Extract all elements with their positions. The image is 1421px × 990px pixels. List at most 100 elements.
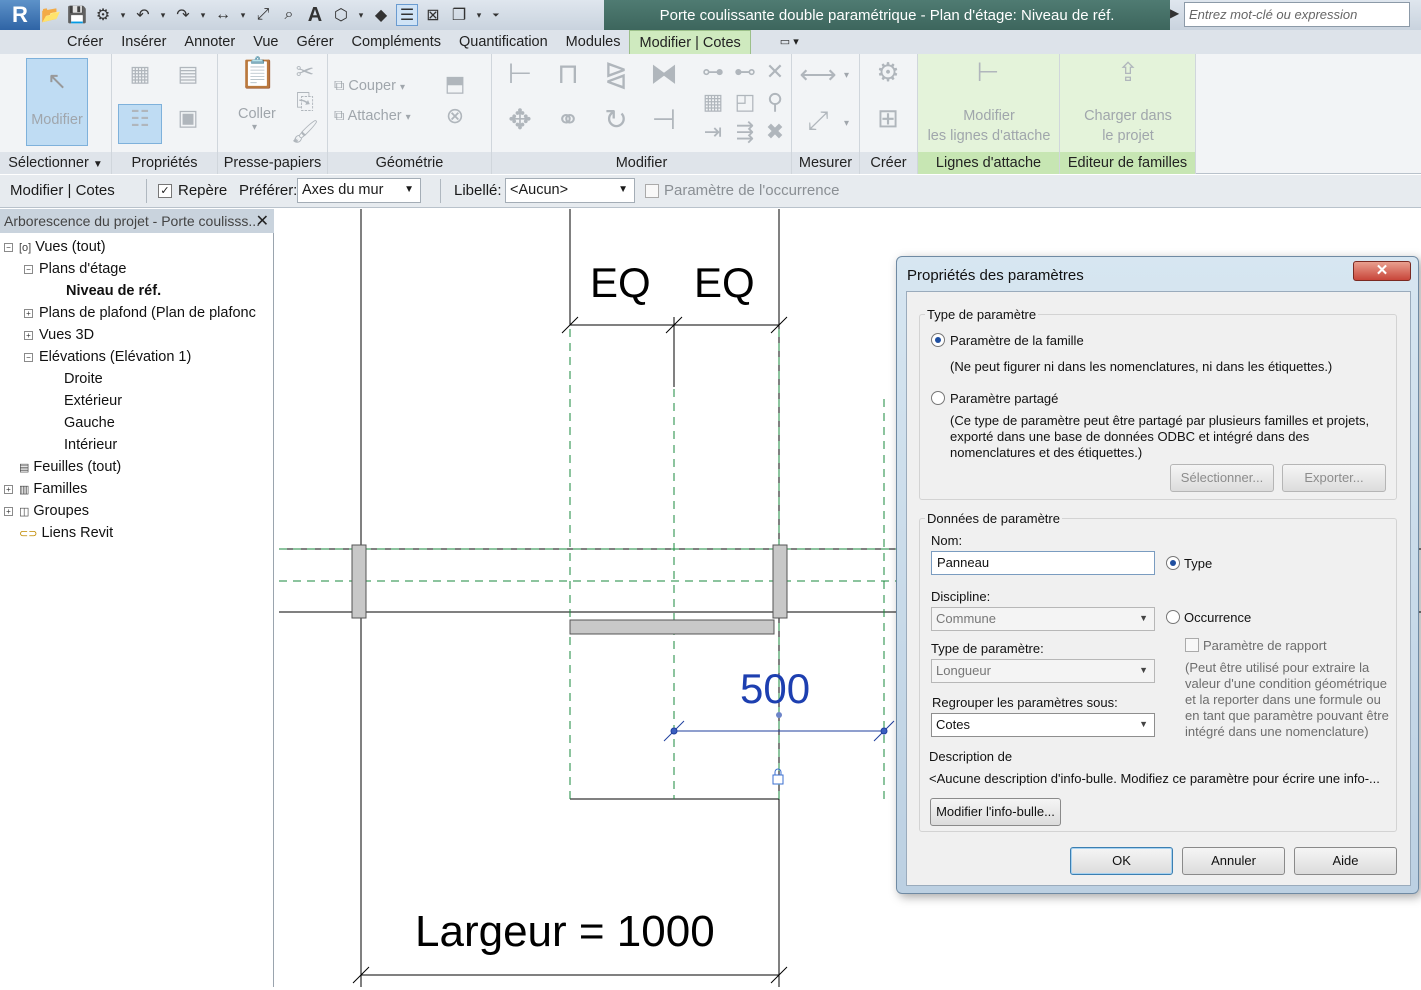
- revit-logo-icon[interactable]: R: [0, 0, 40, 30]
- split-icon[interactable]: ⊶: [698, 58, 728, 88]
- close-hidden-icon[interactable]: ⊠: [422, 4, 444, 26]
- ok-button[interactable]: OK: [1070, 847, 1173, 875]
- paste-icon[interactable]: 📋: [238, 59, 278, 100]
- eq-label-left[interactable]: EQ: [590, 259, 651, 306]
- properties-icon[interactable]: ▦: [120, 60, 160, 100]
- edit-witness-lines-icon[interactable]: ⊢: [968, 58, 1008, 98]
- edit-witness-lines-button[interactable]: Modifier les lignes d'attache: [926, 106, 1052, 146]
- tag-icon[interactable]: ⌕: [278, 4, 300, 26]
- eq-label-right[interactable]: EQ: [694, 259, 755, 306]
- param-type-select[interactable]: Longueur ▼: [931, 659, 1155, 683]
- switch-windows-icon[interactable]: ❐: [448, 4, 470, 26]
- mirror-draw-icon[interactable]: ⧓: [644, 60, 684, 100]
- paste-dropdown-icon[interactable]: ▾: [252, 122, 257, 133]
- tab-inserer[interactable]: Insérer: [112, 30, 175, 54]
- measure-distance-icon[interactable]: ⟷: [798, 60, 838, 100]
- search-input[interactable]: Entrez mot-clé ou expression: [1184, 2, 1410, 27]
- door-panel[interactable]: [569, 619, 775, 635]
- 3d-view-dropdown[interactable]: ▾: [356, 10, 366, 21]
- tree-item[interactable]: + ◫ Groupes: [4, 503, 89, 519]
- cancel-button[interactable]: Annuler: [1182, 847, 1285, 875]
- label-select[interactable]: <Aucun> ▼: [505, 178, 635, 203]
- panel-select-title[interactable]: Sélectionner ▼: [0, 152, 111, 174]
- tree-item[interactable]: Intérieur: [44, 437, 117, 453]
- measure-dropdown-icon[interactable]: ▾: [844, 70, 849, 81]
- paste-label[interactable]: Coller: [238, 106, 276, 122]
- thin-lines-icon[interactable]: ☰: [396, 4, 418, 26]
- lock-icon[interactable]: [772, 768, 784, 785]
- type-radio[interactable]: [1166, 556, 1180, 570]
- export-button[interactable]: Exporter...: [1282, 464, 1386, 492]
- tab-modifier-cotes[interactable]: Modifier | Cotes: [629, 30, 751, 54]
- redo-icon[interactable]: ↷: [172, 4, 194, 26]
- tab-annoter[interactable]: Annoter: [175, 30, 244, 54]
- mirror-axis-icon[interactable]: ⧎: [596, 60, 636, 100]
- close-icon[interactable]: ✕: [256, 211, 269, 231]
- trim-extend-icon[interactable]: ⊣: [644, 106, 684, 146]
- tree-item[interactable]: ⊂⊃ Liens Revit: [4, 525, 113, 541]
- load-into-project-button[interactable]: Charger dans le projet: [1066, 106, 1190, 146]
- type-properties-icon[interactable]: ▤: [168, 60, 208, 100]
- aligned-dimension-ribbon-icon[interactable]: ⤢: [798, 106, 838, 146]
- sync-icon[interactable]: ⚙: [92, 4, 114, 26]
- trim-multiple-icon[interactable]: ⇥: [698, 118, 728, 148]
- name-field[interactable]: Panneau: [931, 551, 1155, 575]
- tab-gerer[interactable]: Gérer: [287, 30, 342, 54]
- tree-item[interactable]: ▤ Feuilles (tout): [4, 459, 121, 475]
- tree-item[interactable]: Droite: [44, 371, 103, 387]
- tree-item[interactable]: − [o] Vues (tout): [4, 239, 106, 255]
- prefer-select[interactable]: Axes du mur ▼: [297, 178, 421, 203]
- paint-icon[interactable]: ⊗: [440, 102, 470, 132]
- text-grip[interactable]: [776, 712, 782, 718]
- cut-icon[interactable]: ✂: [290, 58, 320, 88]
- unpin-icon[interactable]: ✕: [760, 58, 790, 88]
- load-into-project-icon[interactable]: ⇪: [1108, 58, 1148, 98]
- create-group-icon[interactable]: ⊞: [868, 104, 908, 144]
- group-under-select[interactable]: Cotes ▼: [931, 713, 1155, 737]
- scale-icon[interactable]: ◰: [730, 88, 760, 118]
- tree-item[interactable]: Extérieur: [44, 393, 122, 409]
- expand-icon[interactable]: +: [4, 506, 13, 516]
- tree-item[interactable]: + Vues 3D: [24, 327, 94, 343]
- reference-checkbox[interactable]: ✓: [158, 184, 172, 198]
- edit-tooltip-button[interactable]: Modifier l'info-bulle...: [930, 798, 1061, 826]
- text-icon[interactable]: A: [304, 4, 326, 26]
- occurrence-radio[interactable]: [1166, 610, 1180, 624]
- tree-item[interactable]: − Plans d'étage: [24, 261, 126, 277]
- aligned-dimension-icon[interactable]: ⤢: [252, 4, 274, 26]
- section-icon[interactable]: ◆: [370, 4, 392, 26]
- help-button[interactable]: Aide: [1294, 847, 1397, 875]
- dimension-grip[interactable]: [670, 727, 678, 735]
- expand-icon[interactable]: +: [24, 308, 33, 318]
- trim-single-icon[interactable]: ⇶: [730, 118, 760, 148]
- copy-icon[interactable]: ⎘: [290, 88, 320, 118]
- customize-qat-dropdown[interactable]: ⏷: [488, 10, 504, 21]
- delete-icon[interactable]: ✖: [760, 118, 790, 148]
- tree-item[interactable]: − Elévations (Elévation 1): [24, 349, 191, 365]
- family-param-radio[interactable]: [931, 333, 945, 347]
- join-geometry-button[interactable]: ⧉ Attacher ▾: [334, 108, 411, 124]
- discipline-select[interactable]: Commune ▼: [931, 607, 1155, 631]
- select-button[interactable]: Sélectionner...: [1170, 464, 1274, 492]
- array-icon[interactable]: ▦: [698, 88, 728, 118]
- tab-quantification[interactable]: Quantification: [450, 30, 557, 54]
- collapse-icon[interactable]: −: [24, 352, 33, 362]
- expand-icon[interactable]: +: [4, 484, 13, 494]
- move-icon[interactable]: ✥: [500, 106, 540, 146]
- rotate-icon[interactable]: ↻: [596, 106, 636, 146]
- tab-complements[interactable]: Compléments: [343, 30, 450, 54]
- offset-icon[interactable]: ⊓: [548, 60, 588, 100]
- tab-modules[interactable]: Modules: [557, 30, 630, 54]
- collapse-icon[interactable]: −: [24, 264, 33, 274]
- sync-dropdown[interactable]: ▾: [118, 10, 128, 21]
- dimension-value[interactable]: 500: [740, 665, 810, 712]
- undo-dropdown[interactable]: ▾: [158, 10, 168, 21]
- open-icon[interactable]: 📂: [40, 4, 62, 26]
- tree-item[interactable]: + ▥ Familles: [4, 481, 87, 497]
- redo-dropdown[interactable]: ▾: [198, 10, 208, 21]
- create-similar-icon[interactable]: ⚙: [868, 58, 908, 98]
- measure-icon[interactable]: ↔: [212, 4, 234, 26]
- undo-icon[interactable]: ↶: [132, 4, 154, 26]
- measure-dropdown[interactable]: ▾: [238, 10, 248, 21]
- split-face-icon[interactable]: ⬒: [440, 70, 470, 100]
